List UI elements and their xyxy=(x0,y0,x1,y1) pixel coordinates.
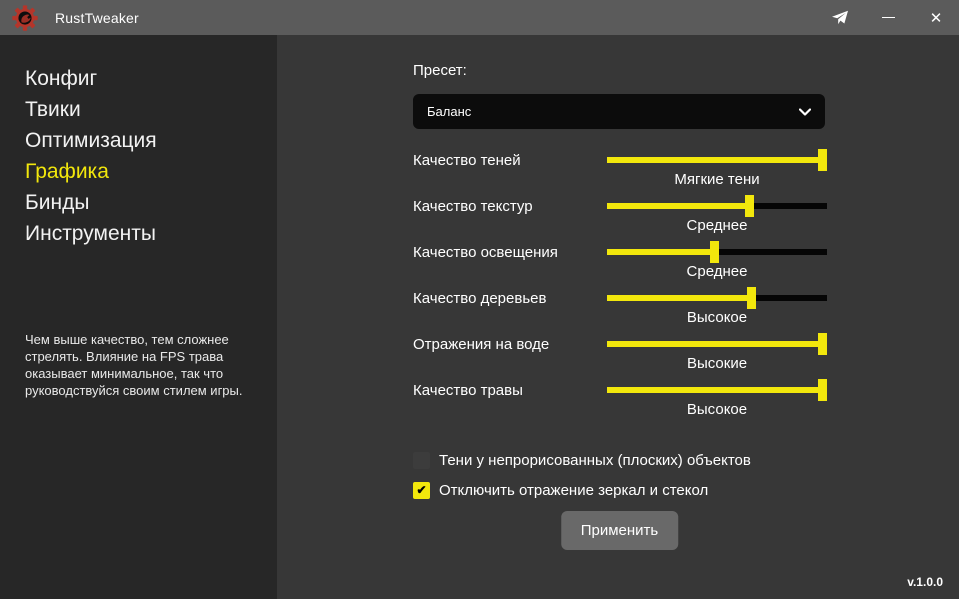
preset-dropdown[interactable]: Баланс xyxy=(413,94,825,129)
lighting-quality-slider[interactable] xyxy=(607,249,827,255)
apply-button[interactable]: Применить xyxy=(561,511,679,550)
slider-label: Качество текстур xyxy=(413,198,533,215)
checkbox-disable-mirror-reflections[interactable]: ✔ Отключить отражение зеркал и стекол xyxy=(413,475,751,505)
slider-label: Отражения на воде xyxy=(413,336,549,353)
checkbox-icon: ✔ xyxy=(413,482,430,499)
slider-thumb[interactable] xyxy=(710,241,719,263)
slider-fill xyxy=(607,295,752,301)
slider-row-shadows: Качество теней Мягкие тени xyxy=(413,149,826,195)
minimize-icon xyxy=(882,17,895,18)
slider-value: Среднее xyxy=(607,217,827,234)
app-title: RustTweaker xyxy=(55,10,139,26)
checkbox-flat-object-shadows[interactable]: ✔ Тени у непрорисованных (плоских) объек… xyxy=(413,445,751,475)
content-column: Пресет: Баланс Качество теней Мягкие тен… xyxy=(413,35,826,599)
slider-thumb[interactable] xyxy=(818,149,827,171)
sidebar-item-tweaks[interactable]: Твики xyxy=(25,94,277,125)
slider-thumb[interactable] xyxy=(818,333,827,355)
slider-row-textures: Качество текстур Среднее xyxy=(413,195,826,241)
sidebar-item-config[interactable]: Конфиг xyxy=(25,63,277,94)
minimize-button[interactable] xyxy=(873,0,903,35)
slider-value: Высокие xyxy=(607,355,827,372)
water-reflections-slider[interactable] xyxy=(607,341,827,347)
close-icon: ✕ xyxy=(930,9,943,27)
tree-quality-slider[interactable] xyxy=(607,295,827,301)
checkbox-group: ✔ Тени у непрорисованных (плоских) объек… xyxy=(413,445,751,505)
slider-value: Высокое xyxy=(607,401,827,418)
texture-quality-slider[interactable] xyxy=(607,203,827,209)
version-label: v.1.0.0 xyxy=(907,575,943,589)
checkbox-icon: ✔ xyxy=(413,452,430,469)
slider-label: Качество травы xyxy=(413,382,523,399)
slider-fill xyxy=(607,203,750,209)
main-panel: Пресет: Баланс Качество теней Мягкие тен… xyxy=(277,35,959,599)
sidebar-help-text: Чем выше качество, тем сложнее стрелять.… xyxy=(25,331,263,399)
slider-row-trees: Качество деревьев Высокое xyxy=(413,287,826,333)
slider-fill xyxy=(607,249,715,255)
slider-label: Качество теней xyxy=(413,152,521,169)
sidebar-item-binds[interactable]: Бинды xyxy=(25,187,277,218)
close-button[interactable]: ✕ xyxy=(921,0,951,35)
slider-label: Качество освещения xyxy=(413,244,558,261)
slider-fill xyxy=(607,387,827,393)
slider-row-lighting: Качество освещения Среднее xyxy=(413,241,826,287)
slider-fill xyxy=(607,341,827,347)
checkbox-label: Тени у непрорисованных (плоских) объекто… xyxy=(439,452,751,469)
slider-thumb[interactable] xyxy=(818,379,827,401)
chevron-down-icon xyxy=(799,108,811,116)
checkbox-label: Отключить отражение зеркал и стекол xyxy=(439,482,708,499)
slider-value: Мягкие тени xyxy=(607,171,827,188)
shadow-quality-slider[interactable] xyxy=(607,157,827,163)
sliders-group: Качество теней Мягкие тени Качество текс… xyxy=(413,149,826,425)
titlebar: RustTweaker ✕ xyxy=(0,0,959,35)
slider-label: Качество деревьев xyxy=(413,290,546,307)
telegram-send-icon[interactable] xyxy=(825,0,855,35)
slider-thumb[interactable] xyxy=(745,195,754,217)
slider-row-water-reflections: Отражения на воде Высокие xyxy=(413,333,826,379)
sidebar-item-graphics[interactable]: Графика xyxy=(25,156,277,187)
preset-label: Пресет: xyxy=(413,62,467,79)
sidebar: Конфиг Твики Оптимизация Графика Бинды И… xyxy=(0,35,277,599)
slider-value: Высокое xyxy=(607,309,827,326)
app-logo-gear-wrench-icon xyxy=(11,4,39,32)
slider-thumb[interactable] xyxy=(747,287,756,309)
app-window: RustTweaker ✕ Конфиг Твики Оптимизация Г… xyxy=(0,0,959,599)
sidebar-menu: Конфиг Твики Оптимизация Графика Бинды И… xyxy=(0,35,277,249)
slider-row-grass: Качество травы Высокое xyxy=(413,379,826,425)
sidebar-item-tools[interactable]: Инструменты xyxy=(25,218,277,249)
titlebar-controls: ✕ xyxy=(825,0,959,35)
grass-quality-slider[interactable] xyxy=(607,387,827,393)
preset-dropdown-value: Баланс xyxy=(427,104,471,119)
slider-value: Среднее xyxy=(607,263,827,280)
slider-fill xyxy=(607,157,827,163)
sidebar-item-optimization[interactable]: Оптимизация xyxy=(25,125,277,156)
